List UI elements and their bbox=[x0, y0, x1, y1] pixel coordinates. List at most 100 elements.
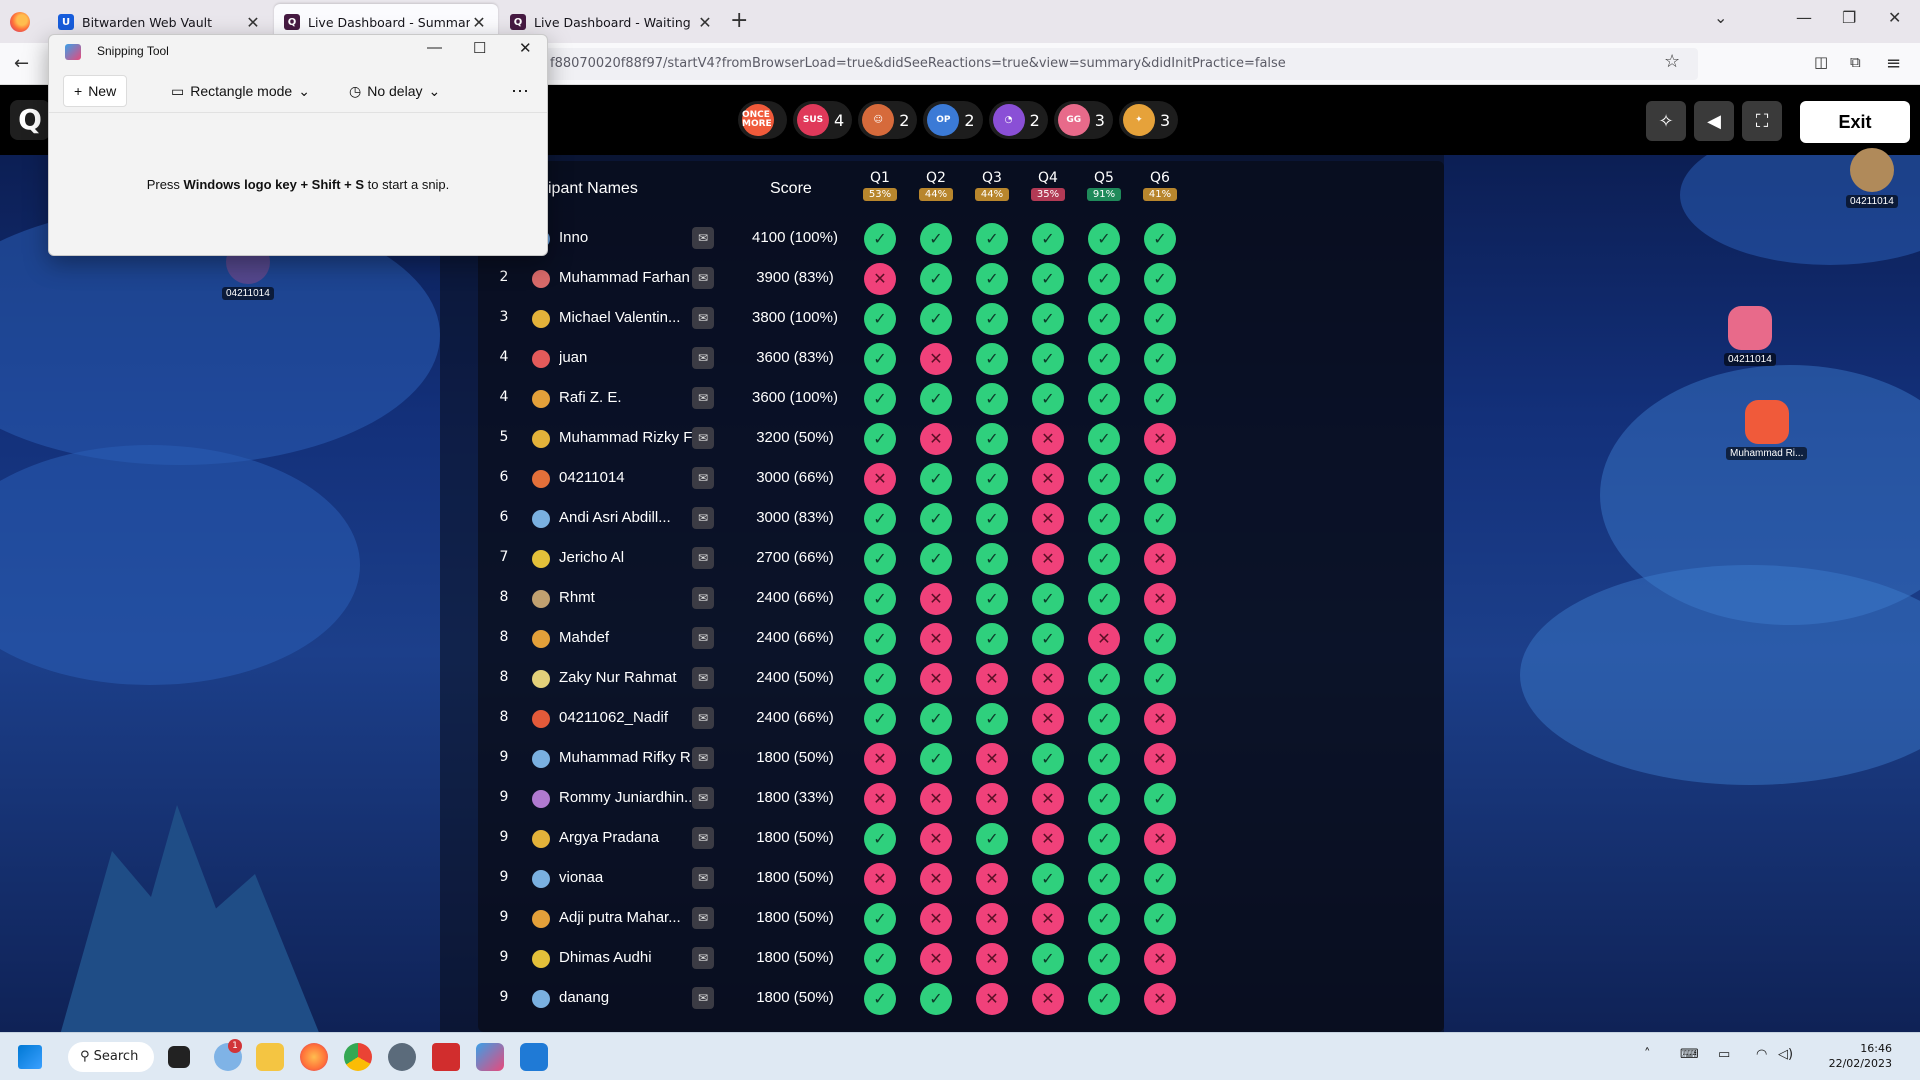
incorrect-answer-icon[interactable]: ✕ bbox=[976, 903, 1008, 935]
email-report-icon[interactable]: ✉ bbox=[692, 307, 714, 329]
correct-answer-icon[interactable]: ✓ bbox=[1088, 703, 1120, 735]
correct-answer-icon[interactable]: ✓ bbox=[864, 423, 896, 455]
reaction-ghost[interactable]: ◔ 2 bbox=[988, 101, 1048, 139]
incorrect-answer-icon[interactable]: ✕ bbox=[920, 903, 952, 935]
correct-answer-icon[interactable]: ✓ bbox=[864, 823, 896, 855]
correct-answer-icon[interactable]: ✓ bbox=[1144, 783, 1176, 815]
incorrect-answer-icon[interactable]: ✕ bbox=[1144, 983, 1176, 1015]
correct-answer-icon[interactable]: ✓ bbox=[864, 663, 896, 695]
email-report-icon[interactable]: ✉ bbox=[692, 987, 714, 1009]
correct-answer-icon[interactable]: ✓ bbox=[1088, 263, 1120, 295]
email-report-icon[interactable]: ✉ bbox=[692, 907, 714, 929]
correct-answer-icon[interactable]: ✓ bbox=[976, 463, 1008, 495]
close-tab-icon[interactable]: ✕ bbox=[244, 13, 262, 32]
reaction-once-more[interactable]: ONCE MORE bbox=[738, 101, 787, 139]
more-options-button[interactable]: ⋯ bbox=[501, 75, 539, 107]
incorrect-answer-icon[interactable]: ✕ bbox=[1144, 423, 1176, 455]
correct-answer-icon[interactable]: ✓ bbox=[1088, 503, 1120, 535]
incorrect-answer-icon[interactable]: ✕ bbox=[1032, 463, 1064, 495]
correct-answer-icon[interactable]: ✓ bbox=[864, 623, 896, 655]
back-arrow-icon[interactable]: ← bbox=[14, 53, 29, 74]
system-clock[interactable]: 16:46 22/02/2023 bbox=[1812, 1041, 1892, 1071]
participant-name[interactable]: danang bbox=[559, 989, 699, 1006]
leaderboard-row[interactable]: 6 Andi Asri Abdill... ✉ 3000 (83%) ✓ ✓ ✓ ✕ ✓ ✓ bbox=[480, 498, 1200, 538]
question-header-4[interactable]: Q4 35% bbox=[1031, 170, 1065, 201]
incorrect-answer-icon[interactable]: ✕ bbox=[976, 663, 1008, 695]
incorrect-answer-icon[interactable]: ✕ bbox=[1144, 823, 1176, 855]
leaderboard-row[interactable]: 8 Rhmt ✉ 2400 (66%) ✓ ✕ ✓ ✓ ✓ ✕ bbox=[480, 578, 1200, 618]
leaderboard-row[interactable]: 9 Muhammad Rifky R... ✉ 1800 (50%) ✕ ✓ ✕ ✓ ✓ ✕ bbox=[480, 738, 1200, 778]
incorrect-answer-icon[interactable]: ✕ bbox=[1032, 543, 1064, 575]
incorrect-answer-icon[interactable]: ✕ bbox=[920, 663, 952, 695]
task-view-icon[interactable] bbox=[168, 1046, 190, 1068]
correct-answer-icon[interactable]: ✓ bbox=[1144, 383, 1176, 415]
correct-answer-icon[interactable]: ✓ bbox=[1032, 943, 1064, 975]
correct-answer-icon[interactable]: ✓ bbox=[1144, 263, 1176, 295]
incorrect-answer-icon[interactable]: ✕ bbox=[1144, 703, 1176, 735]
correct-answer-icon[interactable]: ✓ bbox=[976, 383, 1008, 415]
email-report-icon[interactable]: ✉ bbox=[692, 547, 714, 569]
correct-answer-icon[interactable]: ✓ bbox=[1088, 783, 1120, 815]
taskbar-search[interactable]: ⚲ Search bbox=[68, 1042, 154, 1072]
incorrect-answer-icon[interactable]: ✕ bbox=[920, 583, 952, 615]
celebration-toggle-button[interactable]: ✧ bbox=[1646, 101, 1686, 141]
correct-answer-icon[interactable]: ✓ bbox=[864, 903, 896, 935]
incorrect-answer-icon[interactable]: ✕ bbox=[920, 943, 952, 975]
incorrect-answer-icon[interactable]: ✕ bbox=[920, 823, 952, 855]
participant-name[interactable]: Jericho Al bbox=[559, 549, 699, 566]
correct-answer-icon[interactable]: ✓ bbox=[920, 543, 952, 575]
correct-answer-icon[interactable]: ✓ bbox=[1088, 463, 1120, 495]
correct-answer-icon[interactable]: ✓ bbox=[1088, 663, 1120, 695]
bookmark-star-icon[interactable]: ☆ bbox=[1664, 51, 1680, 72]
leaderboard-row[interactable]: Inno ✉ 4100 (100%) ✓ ✓ ✓ ✓ ✓ ✓ bbox=[480, 218, 1200, 258]
correct-answer-icon[interactable]: ✓ bbox=[976, 583, 1008, 615]
correct-answer-icon[interactable]: ✓ bbox=[1032, 223, 1064, 255]
close-window-button[interactable]: ✕ bbox=[1888, 8, 1901, 27]
question-header-3[interactable]: Q3 44% bbox=[975, 170, 1009, 201]
leaderboard-row[interactable]: 9 Dhimas Audhi ✉ 1800 (50%) ✓ ✕ ✕ ✓ ✓ ✕ bbox=[480, 938, 1200, 978]
email-report-icon[interactable]: ✉ bbox=[692, 267, 714, 289]
incorrect-answer-icon[interactable]: ✕ bbox=[1032, 423, 1064, 455]
email-report-icon[interactable]: ✉ bbox=[692, 427, 714, 449]
snipping-tool-taskbar-icon[interactable] bbox=[476, 1043, 504, 1071]
firefox-icon[interactable] bbox=[10, 12, 30, 32]
maximize-button[interactable]: ☐ bbox=[473, 39, 486, 57]
correct-answer-icon[interactable]: ✓ bbox=[1032, 343, 1064, 375]
leaderboard-row[interactable]: 8 Zaky Nur Rahmat ✉ 2400 (50%) ✓ ✕ ✕ ✕ ✓ ✓ bbox=[480, 658, 1200, 698]
incorrect-answer-icon[interactable]: ✕ bbox=[920, 863, 952, 895]
windows-start-icon[interactable] bbox=[18, 1045, 42, 1069]
participant-name[interactable]: Andi Asri Abdill... bbox=[559, 509, 699, 526]
incorrect-answer-icon[interactable]: ✕ bbox=[1144, 583, 1176, 615]
participant-name[interactable]: Muhammad Rizky F... bbox=[559, 429, 699, 446]
correct-answer-icon[interactable]: ✓ bbox=[1144, 463, 1176, 495]
incorrect-answer-icon[interactable]: ✕ bbox=[976, 743, 1008, 775]
correct-answer-icon[interactable]: ✓ bbox=[1032, 583, 1064, 615]
correct-answer-icon[interactable]: ✓ bbox=[1088, 543, 1120, 575]
email-report-icon[interactable]: ✉ bbox=[692, 227, 714, 249]
email-report-icon[interactable]: ✉ bbox=[692, 947, 714, 969]
email-report-icon[interactable]: ✉ bbox=[692, 667, 714, 689]
leaderboard-row[interactable]: 9 danang ✉ 1800 (50%) ✓ ✓ ✕ ✕ ✓ ✕ bbox=[480, 978, 1200, 1018]
participant-name[interactable]: Inno bbox=[559, 229, 699, 246]
correct-answer-icon[interactable]: ✓ bbox=[1032, 623, 1064, 655]
leaderboard-row[interactable]: 4 juan ✉ 3600 (83%) ✓ ✕ ✓ ✓ ✓ ✓ bbox=[480, 338, 1200, 378]
acrobat-icon[interactable] bbox=[432, 1043, 460, 1071]
leaderboard-row[interactable]: 5 Muhammad Rizky F... ✉ 3200 (50%) ✓ ✕ ✓ ✕ ✓ ✕ bbox=[480, 418, 1200, 458]
correct-answer-icon[interactable]: ✓ bbox=[920, 703, 952, 735]
correct-answer-icon[interactable]: ✓ bbox=[1144, 223, 1176, 255]
correct-answer-icon[interactable]: ✓ bbox=[920, 983, 952, 1015]
correct-answer-icon[interactable]: ✓ bbox=[920, 503, 952, 535]
participant-name[interactable]: Muhammad Farhan bbox=[559, 269, 699, 286]
extensions-icon[interactable]: ⧉ bbox=[1850, 53, 1861, 71]
email-report-icon[interactable]: ✉ bbox=[692, 387, 714, 409]
correct-answer-icon[interactable]: ✓ bbox=[1144, 623, 1176, 655]
question-header-6[interactable]: Q6 41% bbox=[1143, 170, 1177, 201]
correct-answer-icon[interactable]: ✓ bbox=[976, 303, 1008, 335]
correct-answer-icon[interactable]: ✓ bbox=[1088, 823, 1120, 855]
delay-dropdown[interactable]: ◷ No delay ⌄ bbox=[339, 75, 450, 107]
new-snip-button[interactable]: + New bbox=[63, 75, 128, 107]
file-explorer-icon[interactable] bbox=[256, 1043, 284, 1071]
incorrect-answer-icon[interactable]: ✕ bbox=[1032, 903, 1064, 935]
participant-name[interactable]: Dhimas Audhi bbox=[559, 949, 699, 966]
correct-answer-icon[interactable]: ✓ bbox=[1144, 503, 1176, 535]
